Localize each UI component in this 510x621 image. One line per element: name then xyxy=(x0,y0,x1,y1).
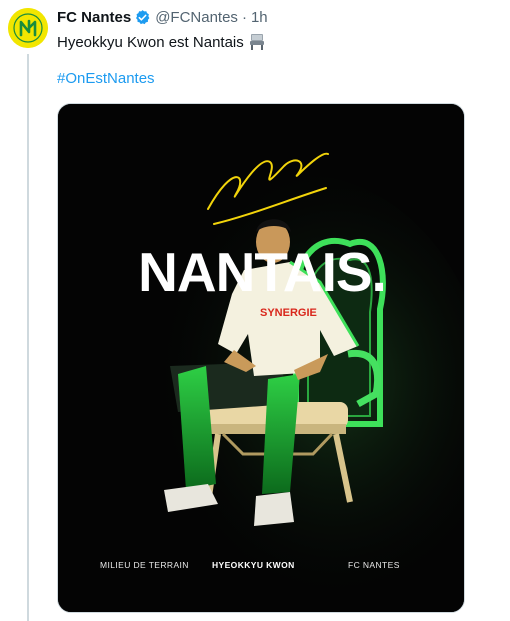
caption-club: FC NANTES xyxy=(348,560,400,570)
account-handle[interactable]: @FCNantes xyxy=(155,9,238,26)
caption-player-name: HYEOKKYU KWON xyxy=(212,560,295,570)
avatar[interactable] xyxy=(8,8,48,48)
account-name[interactable]: FC Nantes xyxy=(57,9,131,26)
caption-position: MILIEU DE TERRAIN xyxy=(100,560,189,570)
jersey-sponsor-text: SYNERGIE xyxy=(260,307,317,319)
tweet-timestamp[interactable]: 1h xyxy=(251,9,268,26)
tweet-text: Hyeokkyu Kwon est Nantais xyxy=(57,33,266,51)
media-headline: NANTAIS. xyxy=(138,241,387,303)
separator-dot: · xyxy=(241,9,247,26)
tweet-text-content: Hyeokkyu Kwon est Nantais xyxy=(57,33,244,51)
fc-nantes-crest-icon xyxy=(8,8,48,48)
tweet-header: FC Nantes @FCNantes · 1h xyxy=(57,9,268,26)
verified-badge-icon xyxy=(134,9,151,26)
hashtag-link[interactable]: #OnEstNantes xyxy=(57,70,155,87)
player-photo: SYNERGIE xyxy=(58,104,464,612)
chair-emoji-icon xyxy=(248,33,266,51)
tweet-media-image[interactable]: SYNERGIE NANTAIS. MILIEU DE TERRAIN HYEO… xyxy=(57,103,465,613)
thread-line xyxy=(27,54,29,621)
